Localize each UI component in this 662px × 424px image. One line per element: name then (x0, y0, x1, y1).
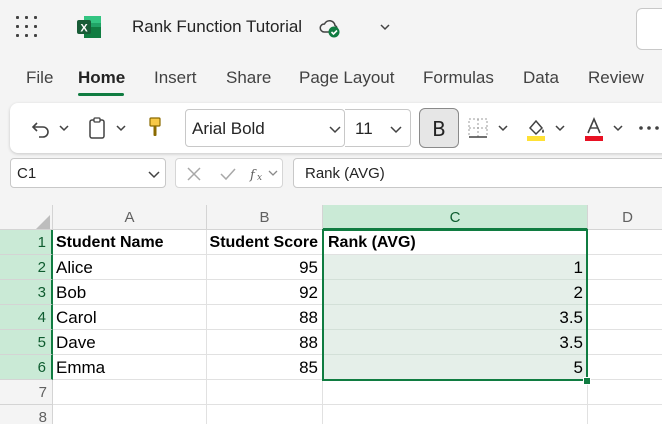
cell-a8[interactable] (53, 405, 207, 424)
waffle-icon[interactable] (16, 16, 38, 38)
svg-text:X: X (80, 23, 88, 35)
title-bar: X Rank Function Tutorial (0, 0, 662, 58)
font-size-value: 11 (355, 119, 373, 138)
fill-color-icon[interactable] (524, 116, 548, 142)
name-box[interactable]: C1 (10, 158, 166, 188)
document-title[interactable]: Rank Function Tutorial (132, 17, 302, 37)
cell-d1[interactable] (588, 230, 662, 255)
cell-d8[interactable] (588, 405, 662, 424)
font-size-chevron-icon (390, 126, 402, 134)
cell-d4[interactable] (588, 305, 662, 330)
font-size-select[interactable]: 11 (345, 109, 411, 147)
tab-home[interactable]: Home (78, 68, 125, 88)
cell-a4[interactable]: Carol (53, 305, 207, 330)
cell-c6[interactable]: 5 (323, 355, 588, 380)
cell-b3[interactable]: 92 (207, 280, 323, 305)
undo-dropdown-chevron-icon[interactable] (57, 121, 71, 135)
formula-input[interactable]: Rank (AVG) (293, 158, 662, 188)
cell-d7[interactable] (588, 380, 662, 405)
tab-insert[interactable]: Insert (154, 68, 197, 88)
chevron-down-icon[interactable] (378, 20, 392, 34)
font-name-chevron-icon (329, 126, 341, 134)
cell-a6[interactable]: Emma (53, 355, 207, 380)
row-header-7[interactable]: 7 (0, 380, 53, 405)
bold-label: B (432, 117, 446, 141)
borders-dropdown-chevron-icon[interactable] (496, 121, 510, 135)
font-name-value: Arial Bold (192, 119, 265, 138)
row-header-3[interactable]: 3 (0, 280, 53, 305)
function-dropdown-chevron-icon[interactable] (268, 168, 278, 178)
account-area[interactable] (636, 8, 662, 50)
cell-c3[interactable]: 2 (323, 280, 588, 305)
font-color-dropdown-chevron-icon[interactable] (611, 121, 625, 135)
row-header-1[interactable]: 1 (0, 230, 53, 255)
spreadsheet-grid: A B C D 1 2 3 4 5 6 7 8 Student Name Stu… (0, 205, 662, 424)
svg-text:f: f (249, 168, 257, 183)
cell-a3[interactable]: Bob (53, 280, 207, 305)
tab-page-layout[interactable]: Page Layout (299, 68, 394, 88)
row-header-6[interactable]: 6 (0, 355, 53, 380)
tab-data[interactable]: Data (523, 68, 559, 88)
tab-formulas[interactable]: Formulas (423, 68, 494, 88)
cell-d6[interactable] (588, 355, 662, 380)
formula-value: Rank (AVG) (305, 165, 385, 182)
select-all-corner[interactable] (0, 205, 53, 230)
menu-bar: File Home Insert Share Page Layout Formu… (0, 58, 662, 98)
row-header-2[interactable]: 2 (0, 255, 53, 280)
bold-button[interactable]: B (419, 108, 459, 148)
excel-logo-icon: X (77, 16, 101, 38)
paste-dropdown-chevron-icon[interactable] (114, 121, 128, 135)
insert-function-icon[interactable]: f x (249, 165, 267, 183)
cell-c7[interactable] (323, 380, 588, 405)
undo-icon[interactable] (30, 117, 52, 139)
font-color-icon[interactable] (582, 116, 606, 142)
cell-c2[interactable]: 1 (323, 255, 588, 280)
cell-b8[interactable] (207, 405, 323, 424)
cancel-icon[interactable] (186, 166, 202, 182)
cell-a1[interactable]: Student Name (53, 230, 207, 255)
tab-review[interactable]: Review (588, 68, 644, 88)
cell-d5[interactable] (588, 330, 662, 355)
cell-c8[interactable] (323, 405, 588, 424)
cell-b5[interactable]: 88 (207, 330, 323, 355)
svg-text:x: x (257, 173, 262, 183)
cloud-saved-icon[interactable] (318, 17, 342, 39)
cell-b4[interactable]: 88 (207, 305, 323, 330)
cell-b7[interactable] (207, 380, 323, 405)
font-name-select[interactable]: Arial Bold (185, 109, 345, 147)
column-header-d[interactable]: D (588, 205, 662, 230)
cell-c1[interactable]: Rank (AVG) (323, 230, 588, 255)
cell-a5[interactable]: Dave (53, 330, 207, 355)
fill-color-dropdown-chevron-icon[interactable] (553, 121, 567, 135)
enter-check-icon[interactable] (219, 166, 237, 182)
cell-d2[interactable] (588, 255, 662, 280)
row-header-5[interactable]: 5 (0, 330, 53, 355)
formula-actions: f x (175, 158, 283, 188)
column-header-c[interactable]: C (323, 205, 588, 230)
cell-b6[interactable]: 85 (207, 355, 323, 380)
tab-file[interactable]: File (26, 68, 53, 88)
clipboard-paste-icon[interactable] (87, 116, 107, 140)
more-options-icon[interactable] (638, 124, 660, 132)
cell-c5[interactable]: 3.5 (323, 330, 588, 355)
cell-a2[interactable]: Alice (53, 255, 207, 280)
format-painter-icon[interactable] (145, 115, 165, 141)
cell-b1[interactable]: Student Score (207, 230, 323, 255)
cell-c4[interactable]: 3.5 (323, 305, 588, 330)
name-box-chevron-icon (148, 171, 160, 179)
name-box-value: C1 (17, 165, 37, 182)
borders-icon[interactable] (467, 117, 489, 139)
row-header-4[interactable]: 4 (0, 305, 53, 330)
column-header-b[interactable]: B (207, 205, 323, 230)
tab-share[interactable]: Share (226, 68, 271, 88)
active-tab-indicator (78, 93, 124, 96)
cell-b2[interactable]: 95 (207, 255, 323, 280)
row-header-8[interactable]: 8 (0, 405, 53, 424)
fill-handle[interactable] (583, 377, 591, 385)
cell-d3[interactable] (588, 280, 662, 305)
cell-a7[interactable] (53, 380, 207, 405)
column-header-a[interactable]: A (53, 205, 207, 230)
